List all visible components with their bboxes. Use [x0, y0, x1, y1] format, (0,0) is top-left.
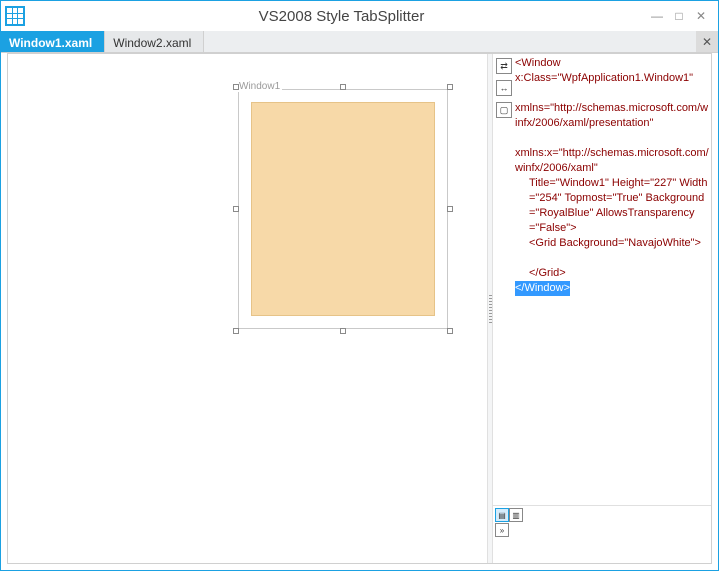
- designer-pane[interactable]: Window1: [8, 54, 487, 563]
- app-window: VS2008 Style TabSplitter — □ ✕ Window1.x…: [0, 0, 719, 571]
- code-text-selected: </Window>: [515, 281, 570, 296]
- handle-e-icon[interactable]: [447, 206, 453, 212]
- expand-pane-icon[interactable]: »: [495, 523, 509, 537]
- handle-sw-icon[interactable]: [233, 328, 239, 334]
- collapse-icon[interactable]: ▢: [496, 102, 512, 118]
- xaml-panel: ⇄ ↔ ▢ <Window x:Class="WpfApplication1.W…: [493, 54, 711, 563]
- code-text: </Grid>: [529, 267, 566, 279]
- code-margin-icons: ⇄ ↔ ▢: [493, 54, 515, 505]
- code-text: <Window: [515, 57, 561, 69]
- designer-grid-surface[interactable]: [251, 102, 435, 316]
- window-title: VS2008 Style TabSplitter: [33, 8, 650, 25]
- splitter-grip-icon: [489, 295, 492, 323]
- code-text: Title="Window1" Height="227" Width="254"…: [529, 177, 707, 234]
- designer-frame[interactable]: Window1: [238, 89, 448, 329]
- minimize-button[interactable]: —: [650, 9, 664, 23]
- handle-w-icon[interactable]: [233, 206, 239, 212]
- tab-label: Window2.xaml: [113, 36, 191, 50]
- code-blank: [515, 131, 709, 146]
- handle-n-icon[interactable]: [340, 84, 346, 90]
- swap-panes-icon[interactable]: ⇄: [496, 58, 512, 74]
- view-mode-toolbar: ▤ ▥ »: [493, 505, 711, 563]
- split-horizontal-icon[interactable]: ▥: [509, 508, 523, 522]
- client-area: Window1 ⇄ ↔: [7, 53, 712, 564]
- code-blank: [515, 86, 709, 101]
- handle-s-icon[interactable]: [340, 328, 346, 334]
- tab-window1-xaml[interactable]: Window1.xaml: [1, 31, 105, 52]
- tab-window2-xaml[interactable]: Window2.xaml: [105, 31, 204, 52]
- app-grid-icon: [5, 6, 25, 26]
- tab-label: Window1.xaml: [9, 36, 92, 50]
- maximize-button[interactable]: □: [672, 9, 686, 23]
- handle-se-icon[interactable]: [447, 328, 453, 334]
- split-vertical-icon[interactable]: ▤: [495, 508, 509, 522]
- designer-element-label: Window1: [237, 81, 282, 92]
- code-text: xmlns="http://schemas.microsoft.com/winf…: [515, 102, 708, 129]
- close-button[interactable]: ✕: [694, 9, 708, 23]
- code-text: x:Class="WpfApplication1.Window1": [515, 72, 693, 84]
- xaml-code-view[interactable]: <Window x:Class="WpfApplication1.Window1…: [515, 54, 711, 505]
- code-text: <Grid Background="NavajoWhite">: [529, 237, 701, 249]
- titlebar[interactable]: VS2008 Style TabSplitter — □ ✕: [1, 1, 718, 31]
- window-controls: — □ ✕: [650, 9, 714, 23]
- tabstrip: Window1.xaml Window2.xaml ✕: [1, 31, 718, 53]
- arrows-icon[interactable]: ↔: [496, 80, 512, 96]
- tab-close-button[interactable]: ✕: [696, 31, 718, 52]
- code-blank: [515, 251, 709, 266]
- code-text: xmlns:x="http://schemas.microsoft.com/wi…: [515, 147, 709, 174]
- handle-ne-icon[interactable]: [447, 84, 453, 90]
